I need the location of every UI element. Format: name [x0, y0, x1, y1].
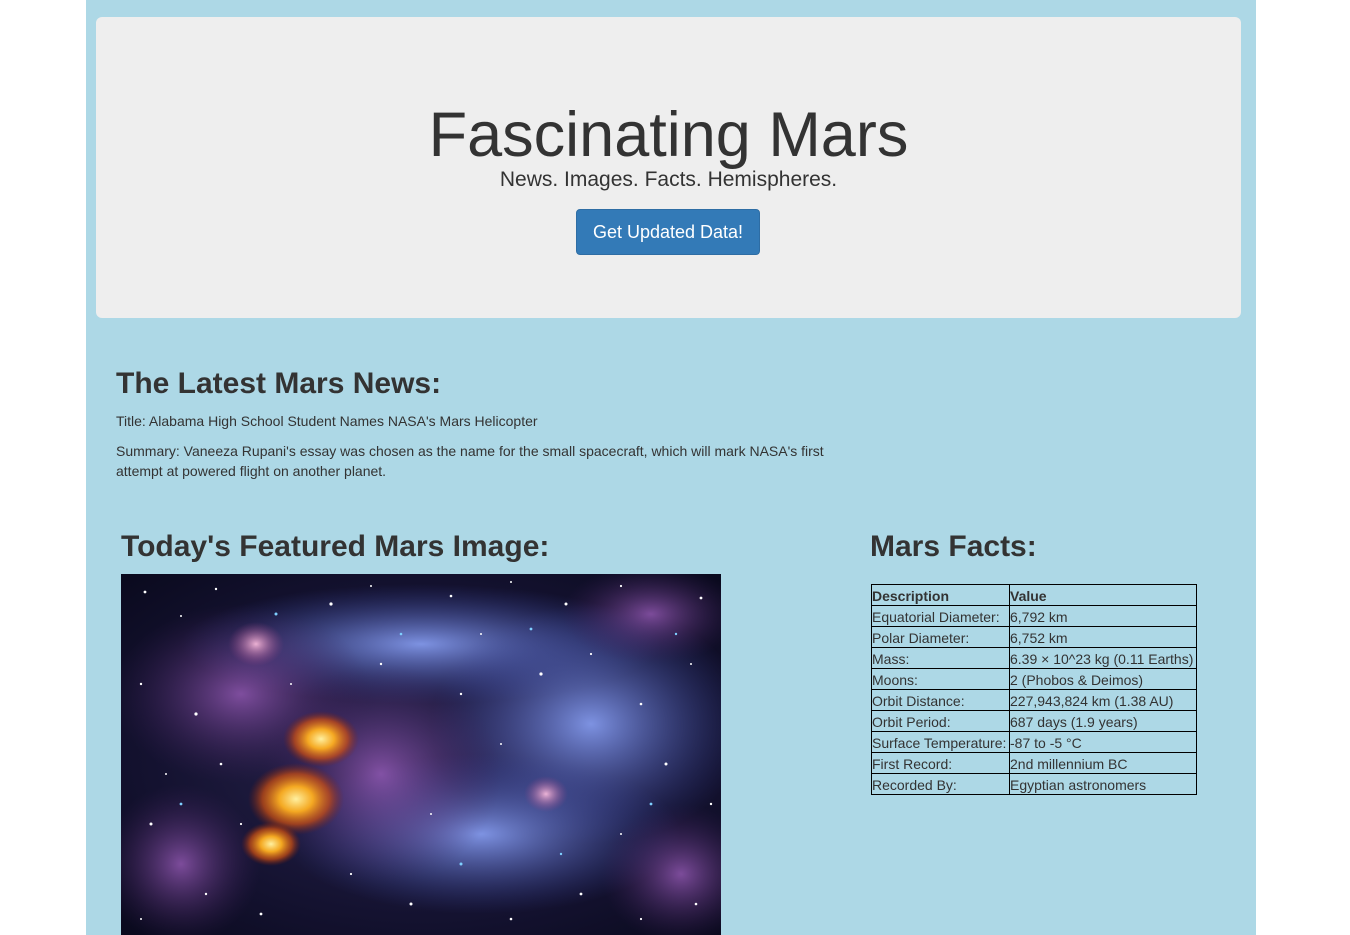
table-header-row: Description Value	[871, 584, 1197, 606]
featured-image-heading: Today's Featured Mars Image:	[121, 530, 550, 563]
table-row: Recorded By: Egyptian astronomers	[871, 773, 1197, 795]
mars-facts-heading: Mars Facts:	[870, 530, 1037, 563]
fact-label: Surface Temperature:	[871, 731, 1010, 753]
page-container: Fascinating Mars News. Images. Facts. He…	[86, 0, 1256, 935]
fact-value: 6,792 km	[1009, 605, 1197, 627]
page-title: Fascinating Mars	[428, 100, 909, 170]
jumbotron: Fascinating Mars News. Images. Facts. He…	[96, 17, 1241, 318]
table-row: First Record: 2nd millennium BC	[871, 752, 1197, 774]
get-updated-data-button[interactable]: Get Updated Data!	[576, 209, 760, 255]
news-heading: The Latest Mars News:	[116, 367, 442, 400]
fact-label: Equatorial Diameter:	[871, 605, 1010, 627]
mars-facts-table: Description Value Equatorial Diameter: 6…	[871, 584, 1197, 795]
featured-mars-image	[121, 574, 721, 935]
fact-value: 6.39 × 10^23 kg (0.11 Earths)	[1009, 647, 1197, 669]
nebula-image	[121, 574, 721, 935]
table-row: Moons: 2 (Phobos & Deimos)	[871, 668, 1197, 690]
column-header-description: Description	[871, 584, 1010, 606]
news-summary: Summary: Vaneeza Rupani's essay was chos…	[116, 443, 824, 479]
table-row: Orbit Period: 687 days (1.9 years)	[871, 710, 1197, 732]
table-row: Equatorial Diameter: 6,792 km	[871, 605, 1197, 627]
fact-label: Moons:	[871, 668, 1010, 690]
table-row: Orbit Distance: 227,943,824 km (1.38 AU)	[871, 689, 1197, 711]
fact-value: 2nd millennium BC	[1009, 752, 1197, 774]
page-subtitle: News. Images. Facts. Hemispheres.	[499, 168, 838, 191]
fact-label: Polar Diameter:	[871, 626, 1010, 648]
fact-label: Orbit Period:	[871, 710, 1010, 732]
table-row: Surface Temperature: -87 to -5 °C	[871, 731, 1197, 753]
fact-label: Orbit Distance:	[871, 689, 1010, 711]
column-header-value: Value	[1009, 584, 1197, 606]
fact-value: -87 to -5 °C	[1009, 731, 1197, 753]
fact-label: Mass:	[871, 647, 1010, 669]
fact-value: Egyptian astronomers	[1009, 773, 1197, 795]
table-row: Mass: 6.39 × 10^23 kg (0.11 Earths)	[871, 647, 1197, 669]
fact-value: 227,943,824 km (1.38 AU)	[1009, 689, 1197, 711]
fact-label: First Record:	[871, 752, 1010, 774]
fact-value: 2 (Phobos & Deimos)	[1009, 668, 1197, 690]
fact-label: Recorded By:	[871, 773, 1010, 795]
news-title: Title: Alabama High School Student Names…	[116, 413, 538, 429]
fact-value: 6,752 km	[1009, 626, 1197, 648]
fact-value: 687 days (1.9 years)	[1009, 710, 1197, 732]
table-row: Polar Diameter: 6,752 km	[871, 626, 1197, 648]
